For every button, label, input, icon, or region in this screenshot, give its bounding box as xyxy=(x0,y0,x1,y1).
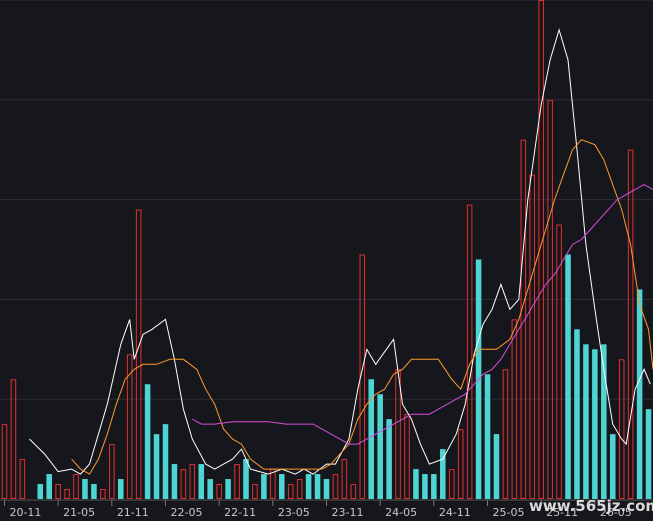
x-tick-label: 24-11 xyxy=(439,506,471,519)
bar-down xyxy=(46,474,52,499)
bar-down xyxy=(162,424,169,499)
bar-down xyxy=(431,474,437,499)
bar-down xyxy=(305,474,312,499)
bar-down xyxy=(323,479,330,499)
bar-down xyxy=(117,479,124,499)
bar-down xyxy=(484,374,491,499)
x-tick-label: 21-05 xyxy=(63,506,95,519)
x-tick-label: 20-11 xyxy=(9,506,41,519)
x-tick-label: 25-05 xyxy=(493,506,525,519)
bar-down xyxy=(91,484,97,499)
bar-down xyxy=(207,479,213,499)
bar-down xyxy=(583,344,589,499)
bar-down xyxy=(609,434,616,499)
bar-down xyxy=(636,289,643,499)
volume-chart: 20-11 21-05 21-11 22-05 22-11 23-05 23-11 24-05… xyxy=(0,0,653,521)
bar-down xyxy=(37,484,44,499)
x-tick-label: 23-05 xyxy=(278,506,310,519)
x-tick-label: 23-11 xyxy=(332,506,364,519)
bar-down xyxy=(243,459,249,499)
bar-down xyxy=(565,254,571,499)
bar-down xyxy=(153,434,160,499)
bar-down xyxy=(314,474,321,499)
x-tick-label: 22-05 xyxy=(170,506,202,519)
bar-down xyxy=(386,419,392,499)
bar-down xyxy=(493,434,500,499)
bar-down xyxy=(440,449,446,499)
bar-down xyxy=(261,474,267,499)
x-tick-label: 24-05 xyxy=(385,506,417,519)
bar-down xyxy=(171,464,178,499)
bar-down xyxy=(82,479,88,499)
x-tick-label: 22-11 xyxy=(224,506,256,519)
x-tick-label: 21-11 xyxy=(117,506,149,519)
bar-down xyxy=(422,474,428,499)
bar-down xyxy=(225,479,231,499)
chart-background xyxy=(0,0,653,521)
bar-down xyxy=(574,329,580,499)
bar-down xyxy=(144,384,151,499)
bar-down xyxy=(592,349,598,499)
watermark: www.565jz.com xyxy=(529,497,653,515)
bar-down xyxy=(198,464,205,499)
bar-down xyxy=(645,409,652,499)
bar-down xyxy=(377,394,383,499)
bar-down xyxy=(413,469,419,499)
bar-down xyxy=(279,474,285,499)
